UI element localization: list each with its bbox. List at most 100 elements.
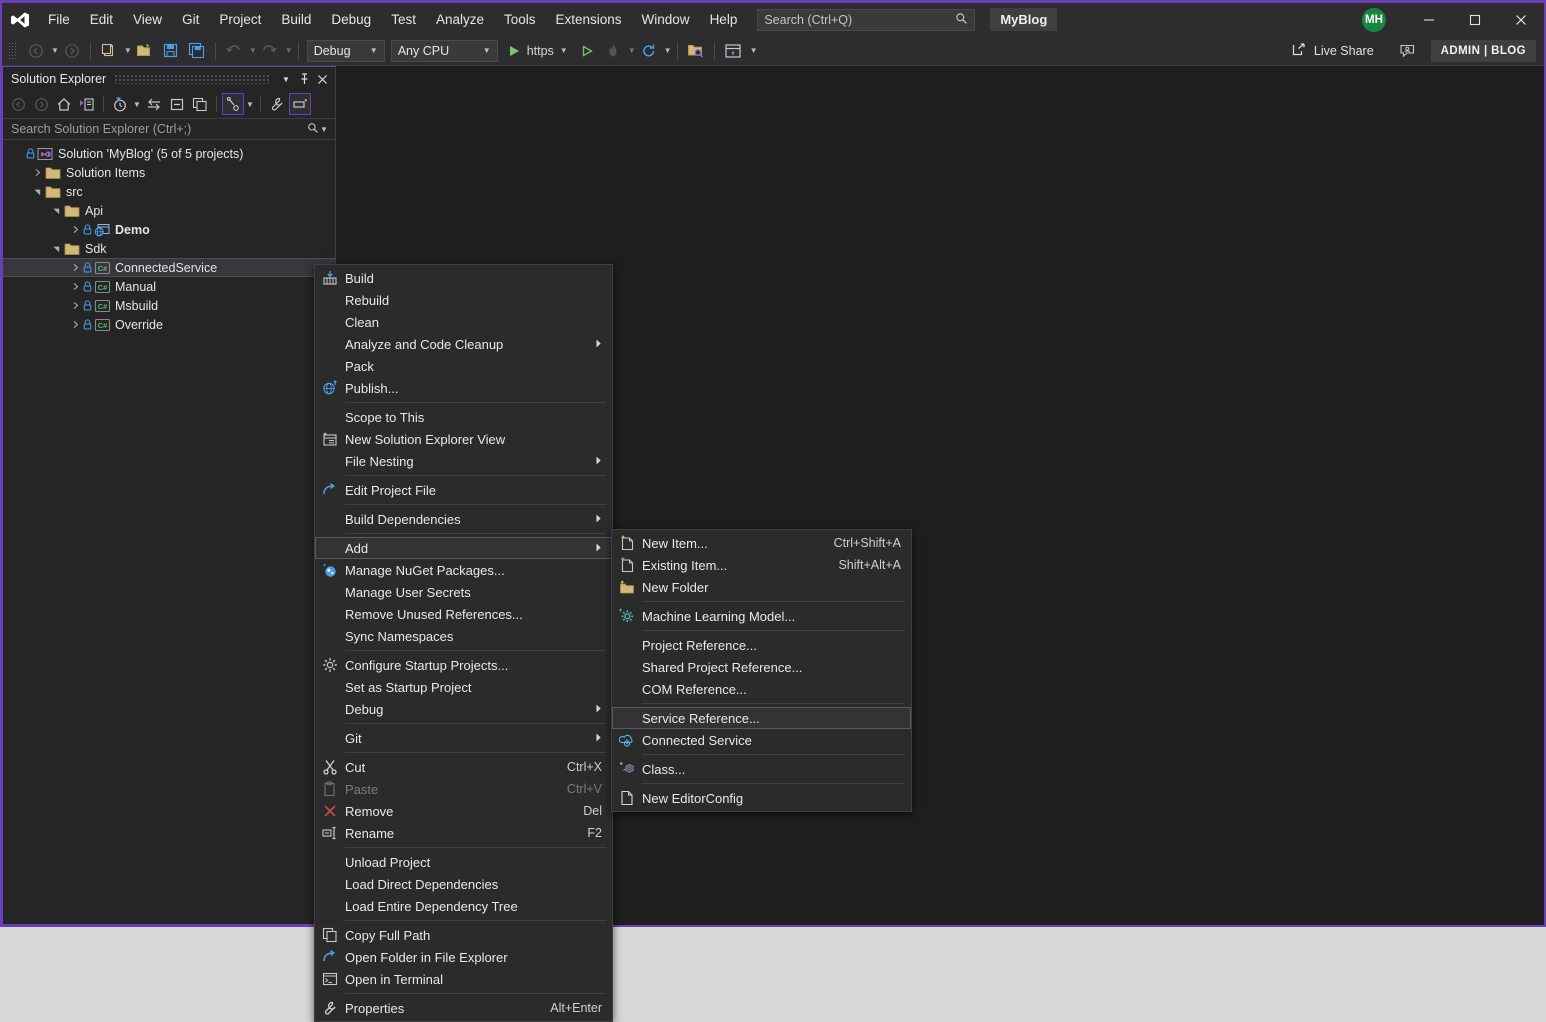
menu-item-manage-user-secrets[interactable]: Manage User Secrets <box>315 581 612 603</box>
menu-item-new-solution-explorer-view[interactable]: New Solution Explorer View <box>315 428 612 450</box>
chevron-right-icon[interactable] <box>30 168 44 177</box>
toolbar-grip[interactable] <box>8 41 18 60</box>
navigate-forward-button[interactable] <box>60 39 84 63</box>
menu-project[interactable]: Project <box>209 3 271 36</box>
menu-item-set-as-startup-project[interactable]: Set as Startup Project <box>315 676 612 698</box>
tree-item-src[interactable]: src <box>3 182 335 201</box>
panel-menu-chevron-icon[interactable]: ▼ <box>277 69 295 89</box>
menu-item-remove-unused-references[interactable]: Remove Unused References... <box>315 603 612 625</box>
menu-item-existing-item[interactable]: Existing Item... Shift+Alt+A <box>612 554 911 576</box>
menu-item-edit-project-file[interactable]: Edit Project File <box>315 479 612 501</box>
search-in-files-icon[interactable] <box>684 39 708 63</box>
tree-item-sdk[interactable]: Sdk <box>3 239 335 258</box>
solution-explorer-search-input[interactable]: Search Solution Explorer (Ctrl+;) ▼ <box>3 118 335 140</box>
menu-item-sync-namespaces[interactable]: Sync Namespaces <box>315 625 612 647</box>
menu-item-publish[interactable]: Publish... <box>315 377 612 399</box>
tree-item-solution-items[interactable]: Solution Items <box>3 163 335 182</box>
open-file-icon[interactable] <box>133 39 157 63</box>
live-share-button[interactable]: Live Share <box>1284 39 1382 63</box>
maximize-button[interactable] <box>1452 3 1498 36</box>
close-button[interactable] <box>1498 3 1544 36</box>
menu-item-scope-to-this[interactable]: Scope to This <box>315 406 612 428</box>
menu-item-manage-nuget-packages[interactable]: Manage NuGet Packages... <box>315 559 612 581</box>
new-project-caret-icon[interactable]: ▼ <box>124 46 132 55</box>
panel-drag-handle[interactable] <box>114 74 269 84</box>
toolbar-overflow-icon[interactable]: ▼ <box>750 46 758 55</box>
tree-item-demo[interactable]: Demo <box>3 220 335 239</box>
solution-name-chip[interactable]: MyBlog <box>990 8 1058 31</box>
menu-item-open-in-terminal[interactable]: Open in Terminal <box>315 968 612 990</box>
menu-item-rename[interactable]: Rename F2 <box>315 822 612 844</box>
minimize-button[interactable] <box>1406 3 1452 36</box>
menu-tools[interactable]: Tools <box>494 3 546 36</box>
run-target-caret-icon[interactable]: ▼ <box>560 46 568 55</box>
menu-item-rebuild[interactable]: Rebuild <box>315 289 612 311</box>
tree-item-connectedservice[interactable]: C# ConnectedService <box>3 258 335 277</box>
navigate-backward-button[interactable] <box>24 39 48 63</box>
filter-caret-icon[interactable]: ▼ <box>245 100 255 109</box>
tree-item-manual[interactable]: C# Manual <box>3 277 335 296</box>
menu-item-com-reference[interactable]: COM Reference... <box>612 678 911 700</box>
menu-item-file-nesting[interactable]: File Nesting <box>315 450 612 472</box>
menu-item-add[interactable]: Add <box>315 537 612 559</box>
tree-item-api[interactable]: Api <box>3 201 335 220</box>
save-all-icon[interactable] <box>185 39 209 63</box>
menu-item-build-dependencies[interactable]: Build Dependencies <box>315 508 612 530</box>
menu-item-load-entire-dependency-tree[interactable]: Load Entire Dependency Tree <box>315 895 612 917</box>
window-layout-icon[interactable] <box>721 39 745 63</box>
menu-test[interactable]: Test <box>381 3 426 36</box>
menu-item-unload-project[interactable]: Unload Project <box>315 851 612 873</box>
menu-item-connected-service[interactable]: Connected Service <box>612 729 911 751</box>
close-icon[interactable] <box>313 69 331 89</box>
menu-item-configure-startup-projects[interactable]: Configure Startup Projects... <box>315 654 612 676</box>
home-icon[interactable] <box>53 93 75 115</box>
avatar[interactable]: MH <box>1362 7 1386 32</box>
menu-item-new-item[interactable]: New Item... Ctrl+Shift+A <box>612 532 911 554</box>
start-debugging-button[interactable]: https ▼ <box>501 39 574 63</box>
menu-item-new-folder[interactable]: New Folder <box>612 576 911 598</box>
chevron-right-icon[interactable] <box>68 301 82 310</box>
hot-reload-icon[interactable] <box>601 39 625 63</box>
menu-item-machine-learning-model[interactable]: Machine Learning Model... <box>612 605 911 627</box>
show-all-files-icon[interactable] <box>189 93 211 115</box>
menu-item-build[interactable]: Build <box>315 267 612 289</box>
restart-caret-icon[interactable]: ▼ <box>664 46 672 55</box>
menu-git[interactable]: Git <box>172 3 209 36</box>
chevron-right-icon[interactable] <box>68 282 82 291</box>
search-options-caret-icon[interactable]: ▼ <box>319 125 329 134</box>
hot-reload-caret-icon[interactable]: ▼ <box>628 46 636 55</box>
menu-item-service-reference[interactable]: Service Reference... <box>612 707 911 729</box>
back-icon[interactable] <box>7 93 29 115</box>
menu-edit[interactable]: Edit <box>80 3 123 36</box>
menu-item-properties[interactable]: Properties Alt+Enter <box>315 997 612 1019</box>
menu-window[interactable]: Window <box>632 3 700 36</box>
menu-item-git[interactable]: Git <box>315 727 612 749</box>
restart-icon[interactable] <box>637 39 661 63</box>
preview-selected-items-icon[interactable] <box>289 93 311 115</box>
pending-changes-caret-icon[interactable]: ▼ <box>132 100 142 109</box>
feedback-icon[interactable] <box>1396 39 1420 63</box>
menu-view[interactable]: View <box>123 3 172 36</box>
switch-views-icon[interactable] <box>76 93 98 115</box>
solution-platform-dropdown[interactable]: Any CPU ▼ <box>390 39 498 62</box>
menu-item-remove[interactable]: Remove Del <box>315 800 612 822</box>
menu-help[interactable]: Help <box>700 3 748 36</box>
menu-item-open-folder-in-file-explorer[interactable]: Open Folder in File Explorer <box>315 946 612 968</box>
redo-icon[interactable] <box>258 39 282 63</box>
menu-item-analyze-and-code-cleanup[interactable]: Analyze and Code Cleanup <box>315 333 612 355</box>
redo-caret-icon[interactable]: ▼ <box>285 46 293 55</box>
menu-debug[interactable]: Debug <box>321 3 381 36</box>
chevron-down-expanded-icon[interactable] <box>30 187 44 196</box>
filter-icon[interactable] <box>222 93 244 115</box>
new-project-icon[interactable] <box>97 39 121 63</box>
menu-item-pack[interactable]: Pack <box>315 355 612 377</box>
undo-caret-icon[interactable]: ▼ <box>249 46 257 55</box>
navigate-backward-caret-icon[interactable]: ▼ <box>51 46 59 55</box>
pending-changes-icon[interactable] <box>109 93 131 115</box>
tree-item-solution-myblog-5-of-5-projects[interactable]: Solution 'MyBlog' (5 of 5 projects) <box>3 144 335 163</box>
menu-item-load-direct-dependencies[interactable]: Load Direct Dependencies <box>315 873 612 895</box>
forward-icon[interactable] <box>30 93 52 115</box>
sync-with-active-document-icon[interactable] <box>143 93 165 115</box>
tree-item-override[interactable]: C# Override <box>3 315 335 334</box>
menu-item-debug[interactable]: Debug <box>315 698 612 720</box>
